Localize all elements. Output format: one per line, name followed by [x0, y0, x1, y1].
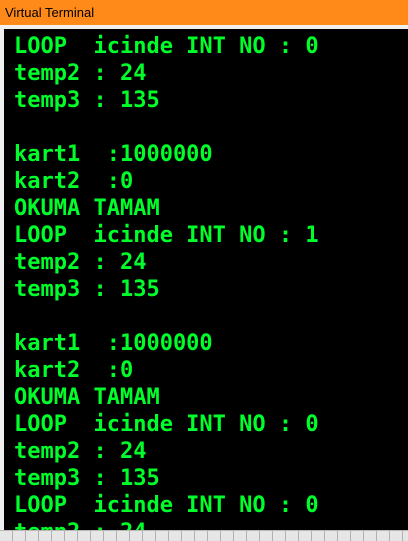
terminal-line: OKUMA TAMAM — [14, 196, 160, 221]
virtual-terminal-window: Virtual Terminal LOOP icinde INT NO : 0 … — [0, 0, 408, 541]
terminal-line: OKUMA TAMAM — [14, 385, 160, 410]
status-bar — [0, 530, 408, 541]
terminal-line: kart1 :1000000 — [14, 331, 213, 356]
terminal-line: kart2 :0 — [14, 169, 134, 194]
terminal-line: temp3 : 135 — [14, 277, 160, 302]
title-bar[interactable]: Virtual Terminal — [0, 0, 408, 25]
terminal-line: LOOP icinde INT NO : 0 — [14, 493, 319, 518]
terminal-line: temp2 : 24 — [14, 61, 147, 86]
terminal-line: kart1 :1000000 — [14, 142, 213, 167]
terminal-line: temp2 : 24 — [14, 519, 319, 530]
terminal-output[interactable]: LOOP icinde INT NO : 0 temp2 : 24 temp3 … — [4, 29, 408, 530]
terminal-line: LOOP icinde INT NO : 0 — [14, 412, 319, 437]
terminal-line: temp3 : 135 — [14, 466, 160, 491]
terminal-lines: LOOP icinde INT NO : 0 temp2 : 24 temp3 … — [14, 33, 319, 530]
terminal-line: LOOP icinde INT NO : 0 — [14, 34, 319, 59]
terminal-line: LOOP icinde INT NO : 1 — [14, 223, 319, 248]
terminal-line: temp2 : 24 — [14, 439, 147, 464]
window-title: Virtual Terminal — [5, 5, 95, 20]
terminal-line: temp3 : 135 — [14, 88, 160, 113]
terminal-line: kart2 :0 — [14, 358, 134, 383]
terminal-line: temp2 : 24 — [14, 250, 147, 275]
